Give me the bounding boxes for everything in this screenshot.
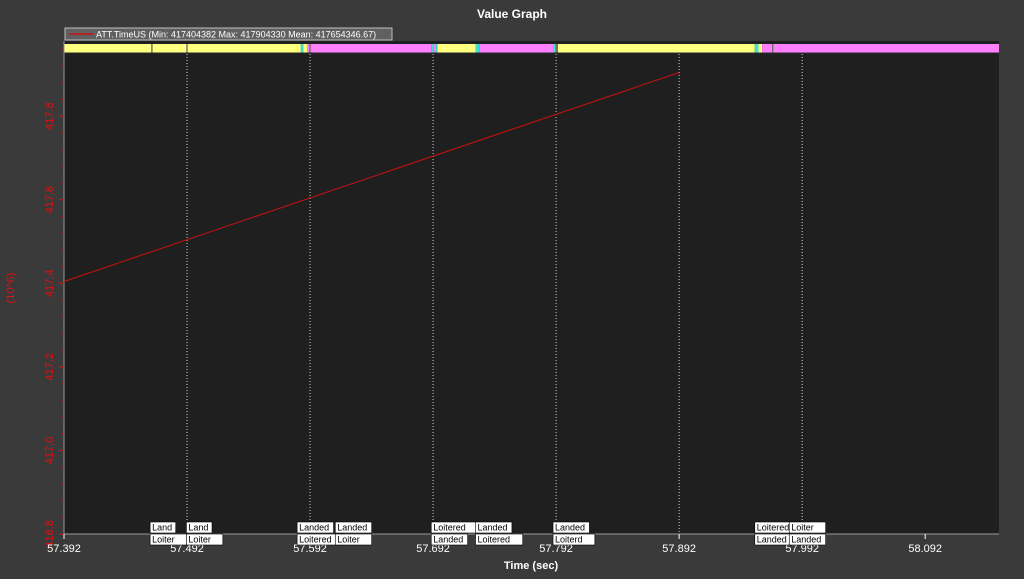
y-tick-label: 417.2	[44, 353, 56, 381]
event-label: Landed	[757, 535, 787, 545]
event-label: Landed	[337, 523, 367, 533]
legend[interactable]: ATT.TimeUS (Min: 417404382 Max: 41790433…	[64, 27, 393, 41]
event-label: Loitered	[299, 535, 332, 545]
event-label: Landed	[299, 523, 329, 533]
mode-bar-segment	[431, 44, 434, 53]
event-label: Landed	[433, 535, 463, 545]
mode-bar-segment	[300, 44, 304, 53]
mode-bar-segment	[762, 44, 773, 53]
mode-bar-segment	[437, 44, 476, 53]
event-label: Loiter	[188, 535, 211, 545]
mode-bar-segment	[475, 44, 480, 53]
mode-bar-segment	[555, 44, 558, 53]
x-tick-label: 58.092	[908, 543, 942, 555]
mode-bar-segment	[436, 44, 438, 53]
mode-bar-segment	[309, 44, 311, 53]
x-tick-label: 57.392	[47, 543, 81, 555]
event-label: Loiterd	[555, 535, 583, 545]
mode-bar-segment	[151, 44, 153, 53]
y-tick-label: 417.0	[44, 437, 56, 465]
y-axis: 416.8417.0417.2417.4417.6417.8	[44, 41, 65, 548]
y-tick-label: 417.4	[44, 270, 56, 298]
mode-bar-segment	[64, 44, 152, 53]
mode-bar-segment	[553, 44, 556, 53]
event-label: Land	[152, 523, 172, 533]
event-label: Loiter	[337, 535, 360, 545]
x-axis-label: Time (sec)	[504, 560, 559, 572]
x-tick-label: 57.892	[662, 543, 696, 555]
legend-label: ATT.TimeUS (Min: 417404382 Max: 41790433…	[96, 30, 376, 40]
mode-bar-segment	[557, 44, 755, 53]
flight-mode-bar	[64, 44, 999, 54]
event-label: Loiter	[791, 523, 814, 533]
plot-area	[64, 41, 999, 534]
mode-bar-segment	[152, 44, 187, 53]
event-label: Landed	[791, 535, 821, 545]
mode-bar-segment	[297, 44, 301, 53]
chart-title: Value Graph	[477, 7, 547, 21]
value-graph: Value Graph 416.8417.0417.2417.4417.6417…	[5, 7, 999, 572]
mode-bar-segment	[772, 44, 774, 53]
y-tick-label: 417.6	[44, 186, 56, 214]
event-label: Landed	[478, 523, 508, 533]
mode-bar-segment	[310, 44, 432, 53]
mode-bar-segment	[186, 44, 188, 53]
mode-bar-segment	[187, 44, 298, 53]
mode-bar-segment	[306, 44, 310, 53]
event-label: Loitered	[433, 523, 466, 533]
event-label: Land	[188, 523, 208, 533]
y-axis-label: (10^6)	[5, 273, 17, 304]
event-label: Loitered	[478, 535, 511, 545]
mode-bar-segment	[433, 44, 437, 53]
y-tick-label: 417.8	[44, 102, 56, 130]
event-label: Landed	[555, 523, 585, 533]
mode-bar-segment	[479, 44, 554, 53]
mode-bar-segment	[754, 44, 759, 53]
mode-bar-segment	[758, 44, 763, 53]
mode-bar-segment	[773, 44, 999, 53]
mode-bar-segment	[303, 44, 307, 53]
event-label: Loitered	[757, 523, 790, 533]
event-label: Loiter	[152, 535, 175, 545]
